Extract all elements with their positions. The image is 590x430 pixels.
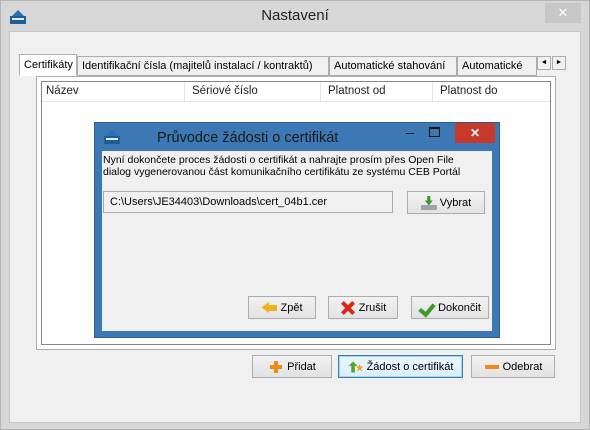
tab-certificates[interactable]: Certifikáty [19, 54, 77, 76]
certificate-file-path-field[interactable]: C:\Users\JE34403\Downloads\cert_04b1.cer [103, 191, 393, 213]
window-close-button[interactable]: ✕ [545, 3, 581, 23]
x-icon [340, 301, 356, 315]
window-title: Nastavení [261, 7, 329, 24]
request-certificate-button[interactable]: Žádost o certifikát [338, 355, 463, 378]
wizard-client-area: Nyní dokončete proces žádosti o certifik… [102, 151, 492, 331]
certificate-request-wizard: Průvodce žádosti o certifikát – ✕ Nyní d… [94, 122, 500, 338]
cancel-button[interactable]: Zrušit [328, 296, 398, 319]
tab-scroll-right-button[interactable]: ► [552, 56, 566, 70]
tab-scroll-left-button[interactable]: ◄ [537, 56, 551, 70]
wizard-close-button[interactable]: ✕ [455, 123, 495, 143]
add-button-label: Přidat [287, 360, 316, 373]
finish-button-label: Dokončit [438, 301, 481, 314]
back-button-label: Zpět [280, 301, 303, 314]
column-header-valid-to[interactable]: Platnost do [440, 85, 498, 97]
wizard-app-icon [104, 130, 120, 144]
wizard-minimize-button[interactable]: – [402, 124, 418, 142]
column-header-serial[interactable]: Sériové číslo [192, 85, 258, 97]
request-certificate-button-label: Žádost o certifikát [366, 360, 454, 373]
certificate-add-icon [348, 360, 364, 374]
back-button[interactable]: Zpět [248, 296, 316, 319]
column-header-name[interactable]: Název [46, 85, 79, 97]
wizard-title: Průvodce žádosti o certifikát [157, 130, 339, 146]
select-file-button-label: Vybrat [439, 196, 472, 209]
remove-button[interactable]: Odebrat [471, 355, 555, 378]
finish-button[interactable]: Dokončit [411, 296, 489, 319]
select-file-button[interactable]: Vybrat [407, 191, 485, 214]
column-header-valid-from[interactable]: Platnost od [328, 85, 386, 97]
cancel-button-label: Zrušit [358, 301, 387, 314]
import-icon [420, 196, 437, 210]
tab-identification-numbers[interactable]: Identifikační čísla (majitelů instalací … [77, 56, 329, 76]
minus-icon [484, 360, 500, 374]
arrow-left-icon [261, 301, 278, 315]
tab-automatic-more[interactable]: Automatické [457, 56, 537, 76]
check-icon [419, 301, 435, 315]
wizard-titlebar[interactable]: Průvodce žádosti o certifikát – ✕ [95, 123, 499, 151]
add-button[interactable]: Přidat [252, 355, 332, 378]
wizard-instruction-text: Nyní dokončete proces žádosti o certifik… [103, 154, 461, 178]
wizard-maximize-button[interactable] [429, 127, 440, 137]
certificate-list-header: Název Sériové číslo Platnost od Platnost… [42, 82, 550, 102]
window-titlebar[interactable]: Nastavení ✕ [1, 1, 589, 31]
plus-icon [268, 360, 284, 374]
tab-automatic-download[interactable]: Automatické stahování [329, 56, 457, 76]
remove-button-label: Odebrat [502, 360, 543, 373]
